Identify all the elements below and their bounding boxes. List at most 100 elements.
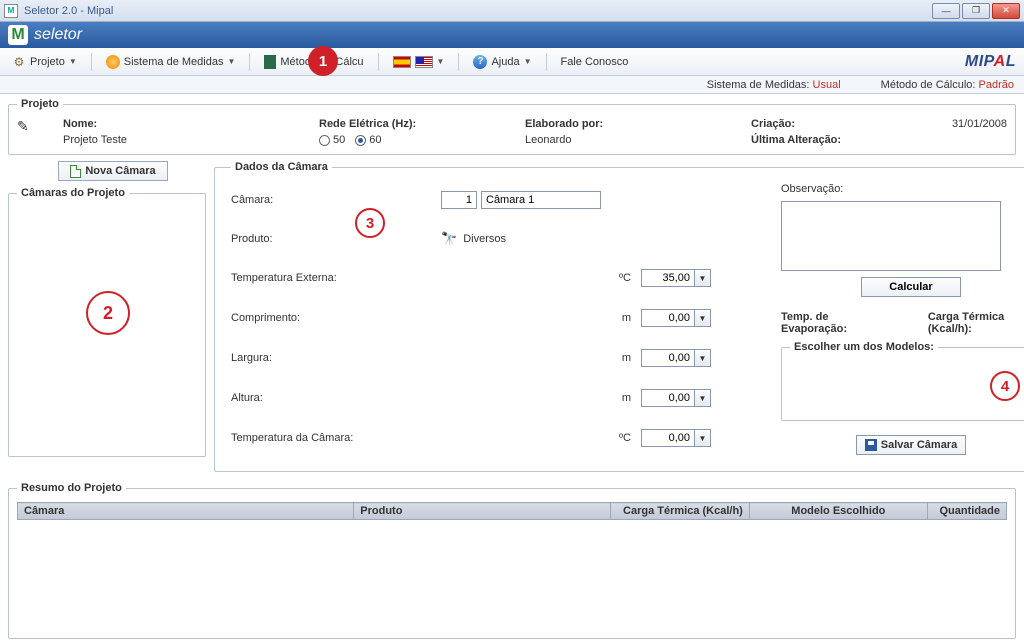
temp-evaporacao-label: Temp. de Evaporação: (781, 311, 888, 335)
ultima-alteracao-label: Última Alteração: (751, 134, 932, 146)
col-modelo[interactable]: Modelo Escolhido (749, 503, 927, 520)
temp-camara-unit: ºC (441, 432, 631, 444)
radio-icon (355, 135, 366, 146)
chevron-down-icon: ▼ (524, 57, 532, 66)
tree-icon: ⚙ (12, 55, 26, 69)
annotation-3: 3 (355, 208, 385, 238)
sistema-medidas-value: Usual (813, 79, 841, 91)
projeto-fieldset: Projeto ✎ Nome: Projeto Teste Rede Elétr… (8, 98, 1016, 155)
radio-icon (319, 135, 330, 146)
temp-externa-unit: ºC (441, 272, 631, 284)
annotation-1: 1 (308, 46, 338, 76)
elaborado-por-label: Elaborado por: (525, 118, 745, 130)
flag-es-icon (393, 56, 411, 68)
comprimento-label: Comprimento: (231, 312, 431, 324)
col-carga[interactable]: Carga Térmica (Kcal/h) (611, 503, 749, 520)
carga-termica-label: Carga Térmica (Kcal/h): (928, 311, 1024, 335)
comprimento-input[interactable] (641, 309, 695, 327)
criacao-value: 31/01/2008 (952, 118, 1007, 130)
language-menu[interactable]: ▼ (389, 54, 449, 70)
salvar-camara-button[interactable]: Salvar Câmara (856, 435, 966, 455)
metodo-calculo-label: Método de Cálculo: (881, 79, 976, 91)
save-icon (865, 439, 877, 451)
calcular-button[interactable]: Calcular (861, 277, 961, 297)
observacao-label: Observação: (781, 183, 1024, 195)
sistema-medidas-label: Sistema de Medidas: (707, 79, 810, 91)
sistema-medidas-menu[interactable]: Sistema de Medidas ▼ (102, 53, 240, 71)
rede-eletrica-label: Rede Elétrica (Hz): (319, 118, 519, 130)
nova-camara-label: Nova Câmara (85, 165, 155, 177)
toolbar: ⚙ Projeto ▼ Sistema de Medidas ▼ Método … (0, 48, 1024, 76)
nome-value: Projeto Teste (63, 134, 313, 146)
titlebar: M Seletor 2.0 - Mipal — ❐ ✕ (0, 0, 1024, 22)
ajuda-menu-label: Ajuda (491, 56, 519, 68)
help-icon: ? (473, 55, 487, 69)
minimize-button[interactable]: — (932, 3, 960, 19)
temp-externa-label: Temperatura Externa: (231, 272, 431, 284)
fale-conosco-label: Fale Conosco (561, 56, 629, 68)
status-bar: Sistema de Medidas: Usual Método de Cálc… (0, 76, 1024, 94)
sistema-menu-label: Sistema de Medidas (124, 56, 224, 68)
maximize-button[interactable]: ❐ (962, 3, 990, 19)
fale-conosco-link[interactable]: Fale Conosco (557, 54, 633, 70)
salvar-camara-label: Salvar Câmara (881, 439, 957, 451)
temp-camara-input[interactable] (641, 429, 695, 447)
ajuda-menu[interactable]: ? Ajuda ▼ (469, 53, 535, 71)
resumo-table: Câmara Produto Carga Térmica (Kcal/h) Mo… (17, 502, 1007, 630)
mipal-m-icon: M (8, 25, 28, 45)
flag-us-icon (415, 56, 433, 68)
table-header-row: Câmara Produto Carga Térmica (Kcal/h) Mo… (18, 503, 1007, 520)
dados-camara-legend: Dados da Câmara (231, 161, 332, 173)
chevron-down-icon: ▼ (69, 57, 77, 66)
produto-label: Produto: (231, 233, 431, 245)
escolher-modelo-legend: Escolher um dos Modelos: (790, 341, 938, 353)
largura-unit: m (441, 352, 631, 364)
chevron-down-icon: ▼ (437, 57, 445, 66)
largura-label: Largura: (231, 352, 431, 364)
chevron-down-icon: ▼ (227, 57, 235, 66)
nova-camara-button[interactable]: Nova Câmara (58, 161, 168, 181)
new-doc-icon (70, 165, 81, 178)
col-quantidade[interactable]: Quantidade (927, 503, 1006, 520)
dropdown-button[interactable]: ▼ (695, 349, 711, 367)
elaborado-por-value: Leonardo (525, 134, 745, 146)
mipal-logo: MIPAL (965, 53, 1016, 71)
temp-externa-input[interactable] (641, 269, 695, 287)
calculator-icon (264, 55, 276, 69)
app-icon: M (4, 4, 18, 18)
camara-name-input[interactable] (481, 191, 601, 209)
projeto-menu[interactable]: ⚙ Projeto ▼ (8, 53, 81, 71)
binoculars-icon[interactable]: 🔭 (441, 231, 457, 247)
pencil-icon[interactable]: ✎ (17, 118, 57, 135)
criacao-label: Criação: (751, 118, 932, 130)
radio-50[interactable]: 50 (319, 134, 345, 146)
window-title: Seletor 2.0 - Mipal (24, 5, 113, 17)
altura-input[interactable] (641, 389, 695, 407)
close-button[interactable]: ✕ (992, 3, 1020, 19)
dropdown-button[interactable]: ▼ (695, 309, 711, 327)
dropdown-button[interactable]: ▼ (695, 389, 711, 407)
largura-input[interactable] (641, 349, 695, 367)
resumo-projeto-fieldset: Resumo do Projeto Câmara Produto Carga T… (8, 482, 1016, 639)
table-row (18, 520, 1007, 630)
col-produto[interactable]: Produto (354, 503, 611, 520)
produto-value: Diversos (463, 233, 506, 245)
escolher-modelo-fieldset: Escolher um dos Modelos: 4 (781, 341, 1024, 421)
temp-camara-label: Temperatura da Câmara: (231, 432, 431, 444)
comprimento-unit: m (441, 312, 631, 324)
gear-icon (106, 55, 120, 69)
dropdown-button[interactable]: ▼ (695, 429, 711, 447)
dados-camara-fieldset: Dados da Câmara Câmara: Observação: Calc… (214, 161, 1024, 472)
projeto-menu-label: Projeto (30, 56, 65, 68)
camara-number-input[interactable] (441, 191, 477, 209)
banner: M seletor (0, 22, 1024, 48)
camara-label: Câmara: (231, 194, 431, 206)
banner-title: seletor (34, 26, 82, 44)
dropdown-button[interactable]: ▼ (695, 269, 711, 287)
radio-60[interactable]: 60 (355, 134, 381, 146)
projeto-legend: Projeto (17, 98, 63, 110)
annotation-4: 4 (990, 371, 1020, 401)
observacao-textarea[interactable] (781, 201, 1001, 271)
col-camara[interactable]: Câmara (18, 503, 354, 520)
nome-label: Nome: (63, 118, 313, 130)
